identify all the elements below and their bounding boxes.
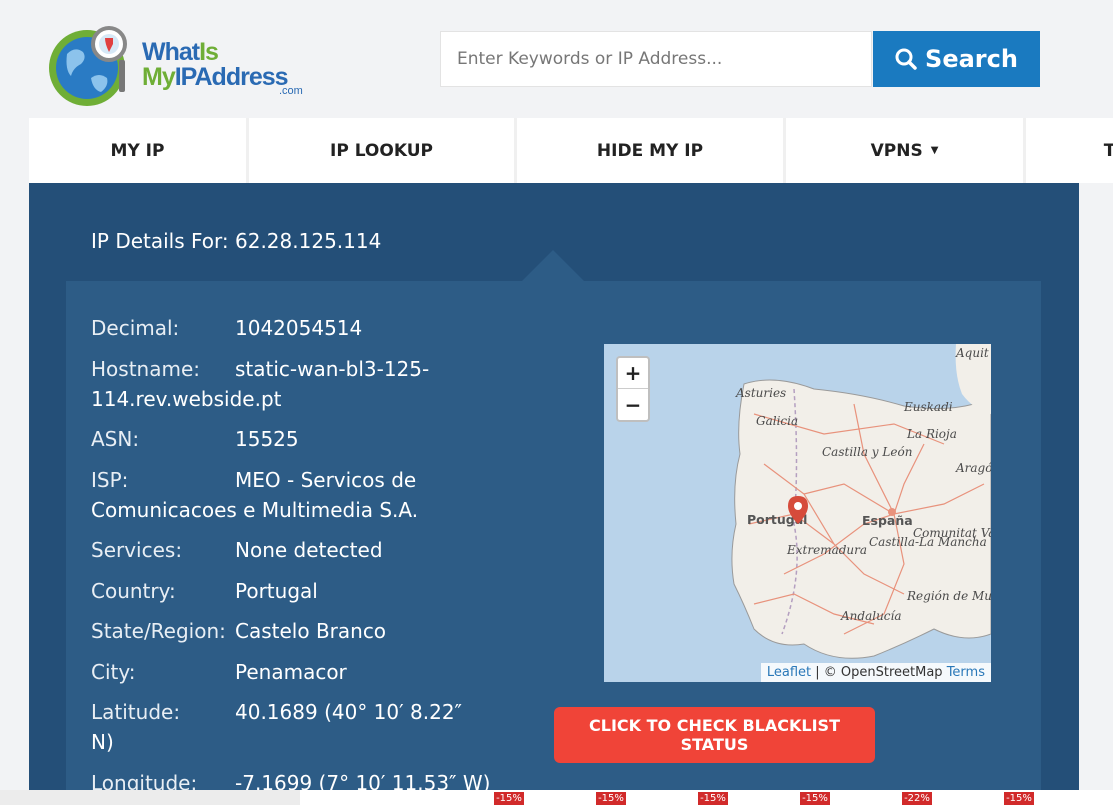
detail-label: City: [91, 659, 136, 684]
leaflet-link[interactable]: Leaflet [767, 665, 811, 680]
ip-details-panel: IP Details For: 62.28.125.114 Decimal: 10… [29, 183, 1079, 805]
nav-vpns[interactable]: VPNS ▼ [786, 118, 1026, 183]
map-label: Euskadi [904, 400, 953, 414]
map-label: Galicia [756, 414, 799, 428]
detail-row-asn: ASN: 15525 [91, 424, 491, 454]
discount-badge[interactable]: -15% [698, 792, 728, 805]
discount-badge[interactable]: -15% [596, 792, 626, 805]
zoom-in-button[interactable]: + [618, 358, 648, 389]
search-icon [895, 48, 917, 70]
detail-label: ASN: [91, 427, 140, 451]
map-label: Aragó [956, 461, 991, 475]
map-label: Castilla y León [822, 445, 913, 459]
detail-row-latitude: Latitude: 40.1689 (40° 10′ 8.22″ N) [91, 697, 491, 757]
terms-link[interactable]: Terms [947, 665, 985, 680]
search-input[interactable] [440, 31, 872, 87]
location-map[interactable]: Asturies Euskadi Galicia La Rioja Castil… [604, 344, 991, 682]
nav-my-ip[interactable]: MY IP [29, 118, 249, 183]
detail-value: 1042054514 [235, 316, 363, 340]
logo-suffix: .com [279, 85, 303, 97]
logo-wordmark: WhatIs MyIPAddress [142, 38, 289, 91]
detail-row-hostname: Hostname: static-wan-bl3-125-114.rev.webs… [91, 354, 491, 414]
site-logo[interactable]: WhatIs MyIPAddress .com [47, 24, 317, 114]
nav-label: IP LOOKUP [330, 140, 433, 161]
discount-badge[interactable]: -15% [494, 792, 524, 805]
attribution-text: | © OpenStreetMap [811, 665, 947, 680]
detail-value: None detected [235, 538, 383, 562]
discount-badge[interactable]: -22% [902, 792, 932, 805]
map-label: La Rioja [907, 427, 957, 441]
detail-value: Portugal [235, 578, 318, 603]
map-label: España [862, 513, 913, 528]
nav-label: MY IP [110, 140, 165, 161]
location-marker-icon [788, 496, 808, 524]
detail-row-isp: ISP: MEO - Servicos de Comunicacoes e Mul… [91, 465, 491, 525]
main-nav: MY IP IP LOOKUP HIDE MY IP VPNS ▼ T [29, 118, 1113, 183]
nav-label: HIDE MY IP [596, 140, 704, 161]
detail-label: Decimal: [91, 316, 180, 340]
map-attribution: Leaflet | © OpenStreetMap Terms [760, 663, 991, 682]
detail-value: Penamacor [235, 659, 347, 684]
detail-row-services: Services: None detected [91, 535, 491, 565]
nav-hide-my-ip[interactable]: HIDE MY IP [517, 118, 786, 183]
check-blacklist-button[interactable]: CLICK TO CHECK BLACKLIST STATUS [554, 707, 875, 763]
ad-placeholder [0, 790, 300, 805]
site-header: WhatIs MyIPAddress .com Search [0, 0, 1113, 118]
dropdown-caret-icon: ▼ [930, 145, 939, 156]
detail-row-country: Country: Portugal [91, 576, 491, 606]
nav-ip-lookup[interactable]: IP LOOKUP [249, 118, 517, 183]
map-label: Región de Mu [907, 589, 991, 603]
discount-badge[interactable]: -15% [800, 792, 830, 805]
map-label: Aquit [956, 346, 989, 360]
detail-label: ISP: [91, 467, 129, 492]
panel-pointer [521, 250, 585, 282]
detail-row-state: State/Region: Castelo Branco [91, 616, 491, 646]
nav-partial[interactable]: T [1026, 118, 1113, 183]
detail-row-city: City: Penamacor [91, 657, 491, 687]
detail-value: Castelo Branco [235, 619, 387, 643]
nav-label: T [1103, 140, 1113, 161]
detail-row-decimal: Decimal: 1042054514 [91, 313, 491, 343]
detail-label: Latitude: [91, 700, 181, 724]
detail-label: Hostname: [91, 356, 200, 381]
detail-value: 15525 [235, 427, 299, 451]
search-button-label: Search [925, 45, 1018, 73]
detail-label: Services: [91, 538, 183, 562]
map-label: Asturies [736, 386, 787, 400]
map-zoom-control: + − [616, 356, 650, 422]
detail-label: Country: [91, 578, 176, 603]
detail-label: State/Region: [91, 619, 226, 643]
nav-label: VPNS [870, 140, 923, 161]
discount-badge[interactable]: -15% [1004, 792, 1034, 805]
map-label: Castilla-La Mancha [869, 535, 987, 549]
map-label: Extremadura [787, 543, 868, 557]
page-title: IP Details For: 62.28.125.114 [91, 229, 382, 253]
search-button[interactable]: Search [873, 31, 1040, 87]
map-label: Andalucía [841, 609, 902, 623]
zoom-out-button[interactable]: − [618, 389, 648, 420]
globe-magnifier-icon [49, 26, 127, 106]
ad-strip: -15% -15% -15% -15% -22% -15% [0, 790, 1113, 805]
ip-details-list: Decimal: 1042054514 Hostname: static-wan-b… [91, 313, 491, 805]
